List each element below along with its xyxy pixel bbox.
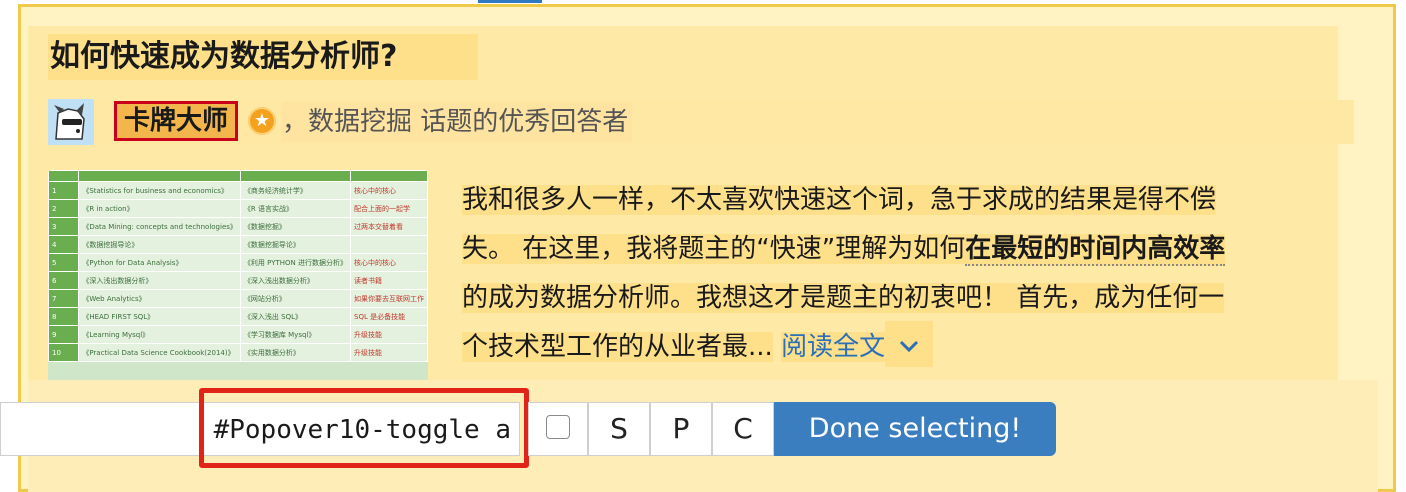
done-selecting-button[interactable]: Done selecting! <box>774 402 1056 456</box>
thumbnail-table-cell: 《数据挖掘》 <box>239 217 352 236</box>
thumbnail-table-cell: 《深入浅出数据分析》 <box>78 271 241 290</box>
thumbnail-table-cell: 《数据挖掘导论》 <box>78 235 241 254</box>
thumbnail-table-cell: 2 <box>48 199 80 218</box>
thumbnail-table-row <box>48 170 428 182</box>
author-description: ，数据挖掘 话题的优秀回答者 <box>282 102 633 142</box>
thumbnail-table-cell: 《深入浅出数据分析》 <box>239 271 352 290</box>
thumbnail-table-cell <box>78 170 241 182</box>
thumbnail-table-cell: 6 <box>48 271 80 290</box>
thumbnail-table-row: 6 《深入浅出数据分析》 《深入浅出数据分析》 读者书籍 <box>48 271 428 290</box>
thumbnail-table-row: 3 《Data Mining: concepts and technologies… <box>48 217 428 236</box>
chevron-down-icon[interactable] <box>885 320 934 367</box>
thumbnail-table-cell: 《网站分析》 <box>239 289 352 308</box>
author-row <box>48 100 1354 144</box>
thumbnail-table-row: 2 《R in action》 《R 语言实战》 配合上面的一起学 <box>48 199 428 218</box>
thumbnail-table-cell: 《HEAD FIRST SQL》 <box>78 307 241 326</box>
thumbnail-table-cell: 8 <box>48 307 80 326</box>
thumbnail-table-row: 7 《Web Analytics》 《网站分析》 如果你要去互联网工作 <box>48 289 428 308</box>
thumbnail-table-cell: 核心中的核心 <box>350 181 428 200</box>
thumbnail-table-cell: 《利用 PYTHON 进行数据分析》 <box>239 253 352 272</box>
thumbnail-table-cell: 《Web Analytics》 <box>78 289 241 308</box>
selector-highlight-outline <box>199 388 529 468</box>
thumbnail-table-cell <box>350 170 428 182</box>
thumbnail-table-cell: 5 <box>48 253 80 272</box>
thumbnail-table-cell: 升级技能 <box>350 343 428 362</box>
thumbnail-table-cell: 《Learning Mysql》 <box>78 325 241 344</box>
thumbnail-table-cell: 如果你要去互联网工作 <box>350 289 428 308</box>
thumbnail-table-cell: 《数据挖掘导论》 <box>239 235 352 254</box>
thumbnail-table-cell: 升级技能 <box>350 325 428 344</box>
avatar-dog-icon <box>48 99 94 145</box>
thumbnail-table-cell: 9 <box>48 325 80 344</box>
author-avatar[interactable] <box>48 99 94 145</box>
answer-thumbnail-image[interactable]: 1 《Statistics for business and economics》… <box>48 170 428 380</box>
excerpt-line: 失。 在这里，我将题主的“快速”理解为如何 <box>462 234 966 264</box>
thumbnail-table-cell: 配合上面的一起学 <box>350 199 428 218</box>
thumbnail-table-cell: 《学习数据库 Mysql》 <box>239 325 352 344</box>
c-button[interactable]: C <box>712 402 774 456</box>
answer-excerpt[interactable]: 我和很多人一样，不太喜欢快速这个词，急于求成的结果是得不偿 失。 在这里，我将题… <box>462 176 1342 372</box>
thumbnail-table-cell: 《Statistics for business and economics》 <box>78 181 241 200</box>
thumbnail-book-table: 1 《Statistics for business and economics》… <box>48 170 428 362</box>
select-checkbox-button[interactable] <box>528 402 588 456</box>
p-button[interactable]: P <box>650 402 712 456</box>
thumbnail-table-cell: 3 <box>48 217 80 236</box>
thumbnail-table-cell: 《Data Mining: concepts and technologies》 <box>78 217 241 236</box>
star-badge-icon[interactable]: ★ <box>248 107 276 135</box>
thumbnail-table-cell: 《R in action》 <box>78 199 241 218</box>
s-button[interactable]: S <box>588 402 650 456</box>
excerpt-line: 的成为数据分析师。我想这才是题主的初衷吧！ 首先，成为任何一 <box>462 283 1225 313</box>
thumbnail-table-cell: 1 <box>48 181 80 200</box>
thumbnail-table-cell: 核心中的核心 <box>350 253 428 272</box>
thumbnail-table-cell: 《实用数据分析》 <box>239 343 352 362</box>
thumbnail-table-row: 5 《Python for Data Analysis》 《利用 PYTHON 进行… <box>48 253 428 272</box>
read-more-link[interactable]: 阅读全文 <box>781 332 886 362</box>
top-tab-indicator <box>478 0 542 3</box>
thumbnail-table-cell: 10 <box>48 343 80 362</box>
thumbnail-table-cell: 《R 语言实战》 <box>239 199 352 218</box>
thumbnail-table-cell: 过两本交替着看 <box>350 217 428 236</box>
excerpt-bold-phrase: 在最短的时间内高效率 <box>965 234 1226 266</box>
checkbox-icon[interactable] <box>546 415 570 439</box>
thumbnail-table-cell <box>239 170 352 182</box>
thumbnail-table-row: 9 《Learning Mysql》 《学习数据库 Mysql》 升级技能 <box>48 325 428 344</box>
thumbnail-table-cell: 《商务经济统计学》 <box>239 181 352 200</box>
thumbnail-table-cell: 7 <box>48 289 80 308</box>
question-title[interactable]: 如何快速成为数据分析师? <box>48 34 478 80</box>
thumbnail-table-cell: 4 <box>48 235 80 254</box>
author-name-link[interactable]: 卡牌大师 <box>114 101 238 141</box>
excerpt-line: 个技术型工作的从业者最... <box>462 332 773 362</box>
thumbnail-table-cell: 《深入浅出 SQL》 <box>239 307 352 326</box>
thumbnail-table-cell <box>48 170 80 182</box>
thumbnail-table-row: 8 《HEAD FIRST SQL》 《深入浅出 SQL》 SQL 是必备技能 <box>48 307 428 326</box>
thumbnail-table-cell <box>350 235 428 254</box>
thumbnail-table-cell: 《Practical Data Science Cookbook(2014)》 <box>78 343 241 362</box>
thumbnail-table-cell: SQL 是必备技能 <box>350 307 428 326</box>
thumbnail-table-row: 4 《数据挖掘导论》 《数据挖掘导论》 <box>48 235 428 254</box>
thumbnail-table-cell: 读者书籍 <box>350 271 428 290</box>
thumbnail-table-row: 1 《Statistics for business and economics》… <box>48 181 428 200</box>
thumbnail-table-row: 10 《Practical Data Science Cookbook(2014)… <box>48 343 428 362</box>
thumbnail-table-cell: 《Python for Data Analysis》 <box>78 253 241 272</box>
excerpt-line: 我和很多人一样，不太喜欢快速这个词，急于求成的结果是得不偿 <box>462 185 1217 215</box>
